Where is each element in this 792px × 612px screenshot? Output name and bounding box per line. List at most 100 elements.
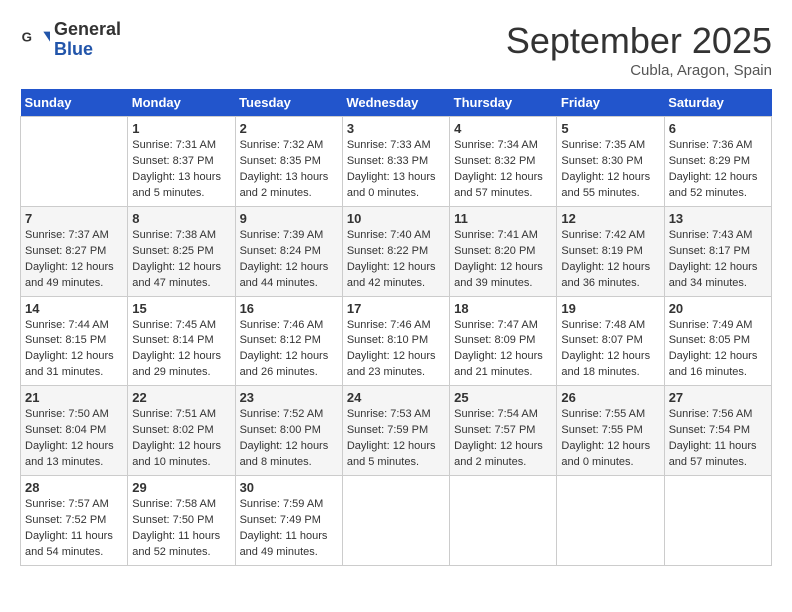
day-info: Sunrise: 7:45 AM Sunset: 8:14 PM Dayligh… <box>132 318 230 382</box>
day-info: Sunrise: 7:56 AM Sunset: 7:54 PM Dayligh… <box>669 407 767 471</box>
day-info: Sunrise: 7:47 AM Sunset: 8:09 PM Dayligh… <box>454 318 552 382</box>
calendar-week-4: 21 Sunrise: 7:50 AM Sunset: 8:04 PM Dayli… <box>21 386 772 476</box>
calendar-cell: 15 Sunrise: 7:45 AM Sunset: 8:14 PM Dayli… <box>128 296 235 386</box>
calendar-cell: 18 Sunrise: 7:47 AM Sunset: 8:09 PM Dayli… <box>450 296 557 386</box>
calendar-cell <box>450 476 557 566</box>
calendar-cell: 23 Sunrise: 7:52 AM Sunset: 8:00 PM Dayli… <box>235 386 342 476</box>
calendar-cell: 1 Sunrise: 7:31 AM Sunset: 8:37 PM Daylig… <box>128 117 235 207</box>
day-info: Sunrise: 7:33 AM Sunset: 8:33 PM Dayligh… <box>347 138 445 202</box>
location: Cubla, Aragon, Spain <box>506 62 772 79</box>
calendar-cell: 7Sunrise: 7:37 AM Sunset: 8:27 PM Daylig… <box>21 206 128 296</box>
col-header-monday: Monday <box>128 89 235 117</box>
logo-blue-text: Blue <box>54 40 121 60</box>
day-info: Sunrise: 7:36 AM Sunset: 8:29 PM Dayligh… <box>669 138 767 202</box>
day-info: Sunrise: 7:58 AM Sunset: 7:50 PM Dayligh… <box>132 497 230 561</box>
calendar-cell: 9 Sunrise: 7:39 AM Sunset: 8:24 PM Daylig… <box>235 206 342 296</box>
day-number: 21 <box>25 390 123 405</box>
day-number: 13 <box>669 211 767 226</box>
calendar-cell <box>21 117 128 207</box>
day-info: Sunrise: 7:46 AM Sunset: 8:12 PM Dayligh… <box>240 318 338 382</box>
page-header: G General Blue September 2025 Cubla, Ara… <box>20 20 772 79</box>
calendar-cell: 25Sunrise: 7:54 AM Sunset: 7:57 PM Dayli… <box>450 386 557 476</box>
day-number: 9 <box>240 211 338 226</box>
day-info: Sunrise: 7:42 AM Sunset: 8:19 PM Dayligh… <box>561 228 659 292</box>
calendar-cell: 10 Sunrise: 7:40 AM Sunset: 8:22 PM Dayli… <box>342 206 449 296</box>
day-number: 24 <box>347 390 445 405</box>
month-title: September 2025 <box>506 20 772 62</box>
calendar-cell: 19Sunrise: 7:48 AM Sunset: 8:07 PM Dayli… <box>557 296 664 386</box>
calendar-cell: 17 Sunrise: 7:46 AM Sunset: 8:10 PM Dayli… <box>342 296 449 386</box>
day-number: 6 <box>669 121 767 136</box>
calendar-cell: 28 Sunrise: 7:57 AM Sunset: 7:52 PM Dayli… <box>21 476 128 566</box>
day-number: 3 <box>347 121 445 136</box>
day-number: 20 <box>669 301 767 316</box>
day-number: 11 <box>454 211 552 226</box>
day-number: 2 <box>240 121 338 136</box>
col-header-tuesday: Tuesday <box>235 89 342 117</box>
day-info: Sunrise: 7:57 AM Sunset: 7:52 PM Dayligh… <box>25 497 123 561</box>
day-info: Sunrise: 7:35 AM Sunset: 8:30 PM Dayligh… <box>561 138 659 202</box>
calendar-cell <box>342 476 449 566</box>
day-number: 10 <box>347 211 445 226</box>
day-number: 27 <box>669 390 767 405</box>
day-info: Sunrise: 7:53 AM Sunset: 7:59 PM Dayligh… <box>347 407 445 471</box>
day-number: 14 <box>25 301 123 316</box>
day-info: Sunrise: 7:55 AM Sunset: 7:55 PM Dayligh… <box>561 407 659 471</box>
col-header-thursday: Thursday <box>450 89 557 117</box>
day-info: Sunrise: 7:38 AM Sunset: 8:25 PM Dayligh… <box>132 228 230 292</box>
day-info: Sunrise: 7:39 AM Sunset: 8:24 PM Dayligh… <box>240 228 338 292</box>
calendar-cell: 6 Sunrise: 7:36 AM Sunset: 8:29 PM Daylig… <box>664 117 771 207</box>
day-number: 12 <box>561 211 659 226</box>
logo-text: General Blue <box>54 20 121 60</box>
calendar-cell: 5 Sunrise: 7:35 AM Sunset: 8:30 PM Daylig… <box>557 117 664 207</box>
calendar-week-3: 14 Sunrise: 7:44 AM Sunset: 8:15 PM Dayli… <box>21 296 772 386</box>
day-number: 17 <box>347 301 445 316</box>
day-info: Sunrise: 7:54 AM Sunset: 7:57 PM Dayligh… <box>454 407 552 471</box>
day-number: 23 <box>240 390 338 405</box>
day-number: 18 <box>454 301 552 316</box>
logo: G General Blue <box>20 20 121 60</box>
calendar-week-1: 1 Sunrise: 7:31 AM Sunset: 8:37 PM Daylig… <box>21 117 772 207</box>
day-info: Sunrise: 7:34 AM Sunset: 8:32 PM Dayligh… <box>454 138 552 202</box>
day-info: Sunrise: 7:46 AM Sunset: 8:10 PM Dayligh… <box>347 318 445 382</box>
calendar-cell: 4 Sunrise: 7:34 AM Sunset: 8:32 PM Daylig… <box>450 117 557 207</box>
day-number: 15 <box>132 301 230 316</box>
day-number: 4 <box>454 121 552 136</box>
calendar-cell: 2 Sunrise: 7:32 AM Sunset: 8:35 PM Daylig… <box>235 117 342 207</box>
logo-general: General <box>54 20 121 40</box>
calendar-cell: 30Sunrise: 7:59 AM Sunset: 7:49 PM Dayli… <box>235 476 342 566</box>
calendar-cell: 14 Sunrise: 7:44 AM Sunset: 8:15 PM Dayli… <box>21 296 128 386</box>
day-info: Sunrise: 7:52 AM Sunset: 8:00 PM Dayligh… <box>240 407 338 471</box>
day-number: 28 <box>25 480 123 495</box>
calendar-cell: 16 Sunrise: 7:46 AM Sunset: 8:12 PM Dayli… <box>235 296 342 386</box>
calendar-cell: 20Sunrise: 7:49 AM Sunset: 8:05 PM Dayli… <box>664 296 771 386</box>
day-info: Sunrise: 7:50 AM Sunset: 8:04 PM Dayligh… <box>25 407 123 471</box>
col-header-sunday: Sunday <box>21 89 128 117</box>
calendar-week-2: 7Sunrise: 7:37 AM Sunset: 8:27 PM Daylig… <box>21 206 772 296</box>
day-info: Sunrise: 7:41 AM Sunset: 8:20 PM Dayligh… <box>454 228 552 292</box>
day-info: Sunrise: 7:44 AM Sunset: 8:15 PM Dayligh… <box>25 318 123 382</box>
svg-text:G: G <box>22 29 32 44</box>
day-info: Sunrise: 7:59 AM Sunset: 7:49 PM Dayligh… <box>240 497 338 561</box>
day-number: 16 <box>240 301 338 316</box>
calendar-cell: 26Sunrise: 7:55 AM Sunset: 7:55 PM Dayli… <box>557 386 664 476</box>
col-header-wednesday: Wednesday <box>342 89 449 117</box>
calendar-cell: 11 Sunrise: 7:41 AM Sunset: 8:20 PM Dayli… <box>450 206 557 296</box>
calendar-cell <box>557 476 664 566</box>
day-info: Sunrise: 7:48 AM Sunset: 8:07 PM Dayligh… <box>561 318 659 382</box>
calendar-cell <box>664 476 771 566</box>
calendar-cell: 12 Sunrise: 7:42 AM Sunset: 8:19 PM Dayli… <box>557 206 664 296</box>
col-header-saturday: Saturday <box>664 89 771 117</box>
day-number: 7 <box>25 211 123 226</box>
day-number: 5 <box>561 121 659 136</box>
col-header-friday: Friday <box>557 89 664 117</box>
day-info: Sunrise: 7:32 AM Sunset: 8:35 PM Dayligh… <box>240 138 338 202</box>
calendar-cell: 21 Sunrise: 7:50 AM Sunset: 8:04 PM Dayli… <box>21 386 128 476</box>
calendar-header-row: SundayMondayTuesdayWednesdayThursdayFrid… <box>21 89 772 117</box>
calendar-table: SundayMondayTuesdayWednesdayThursdayFrid… <box>20 89 772 566</box>
calendar-cell: 24 Sunrise: 7:53 AM Sunset: 7:59 PM Dayli… <box>342 386 449 476</box>
day-number: 1 <box>132 121 230 136</box>
day-info: Sunrise: 7:40 AM Sunset: 8:22 PM Dayligh… <box>347 228 445 292</box>
title-block: September 2025 Cubla, Aragon, Spain <box>506 20 772 79</box>
day-info: Sunrise: 7:31 AM Sunset: 8:37 PM Dayligh… <box>132 138 230 202</box>
